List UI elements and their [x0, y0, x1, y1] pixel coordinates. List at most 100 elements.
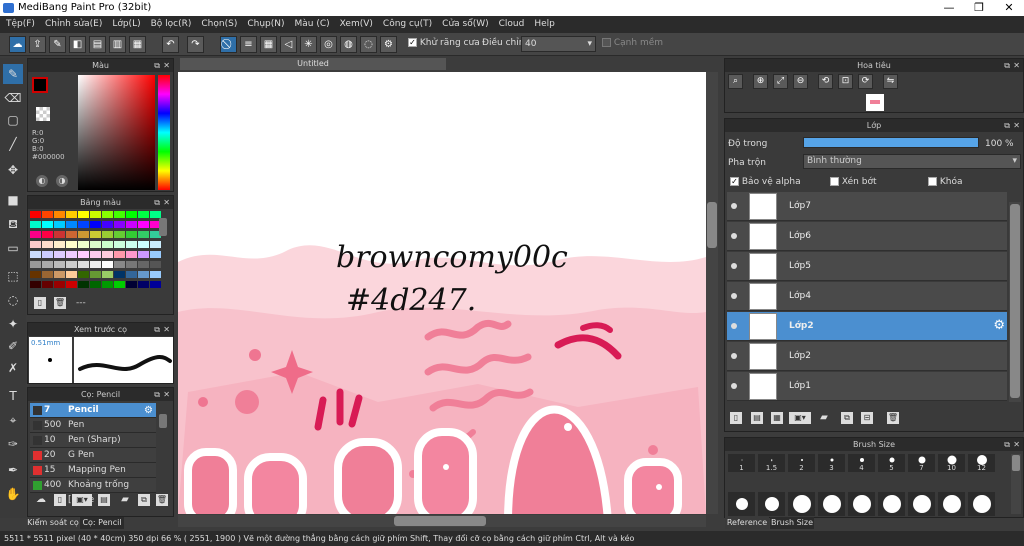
palette-swatch[interactable] [54, 251, 65, 258]
snap-parallel-icon[interactable]: ≡ [240, 36, 257, 53]
menu-tools[interactable]: Công cụ(T) [377, 16, 436, 33]
brush-copy-icon[interactable]: ⧉ [138, 494, 150, 506]
palette-swatch[interactable] [150, 281, 161, 288]
protect-alpha-checkbox[interactable]: ✓ Bảo vệ alpha [730, 177, 801, 187]
palette-swatch[interactable] [102, 261, 113, 268]
horizontal-scroll-thumb[interactable] [394, 516, 486, 526]
document-tab[interactable]: Untitled [180, 58, 446, 70]
palette-swatch[interactable] [114, 241, 125, 248]
new-1bit-layer-icon[interactable]: ▦ [771, 412, 783, 424]
palette-swatch[interactable] [126, 261, 137, 268]
select-pen-tool-icon[interactable]: ✐ [3, 336, 23, 356]
clipping-checkbox[interactable]: Xén bớt [830, 177, 877, 187]
brush-size-option[interactable] [788, 492, 815, 516]
duplicate-layer-icon[interactable]: ⧉ [841, 412, 853, 424]
popout-icon[interactable]: ⧉ [154, 59, 160, 72]
brush-list-item[interactable]: 10 Pen (Sharp) [30, 433, 156, 448]
color-history-icon[interactable]: ◑ [56, 175, 68, 187]
saturation-value-picker[interactable] [78, 75, 155, 190]
menu-layer[interactable]: Lớp(L) [106, 16, 144, 33]
palette-swatch[interactable] [150, 271, 161, 278]
layer-row[interactable]: Lớp4 [727, 282, 1007, 311]
brush-size-option[interactable] [848, 492, 875, 516]
select-eraser-tool-icon[interactable]: ✗ [3, 358, 23, 378]
palette-swatch[interactable] [138, 211, 149, 218]
layer-row[interactable]: Lớp1 [727, 372, 1007, 401]
palette-swatch[interactable] [126, 281, 137, 288]
palette-swatch[interactable] [90, 231, 101, 238]
drawing-canvas[interactable]: browncomy00c #4d247. [178, 72, 706, 514]
palette-swatch[interactable] [102, 251, 113, 258]
palette-swatch[interactable] [102, 271, 113, 278]
layer-scroll-thumb[interactable] [1010, 204, 1020, 398]
hue-slider[interactable] [158, 75, 170, 190]
palette-swatch[interactable] [126, 271, 137, 278]
layer-row[interactable]: Lớp7 [727, 192, 1007, 221]
brush-size-option[interactable] [908, 492, 935, 516]
palette-swatch[interactable] [138, 241, 149, 248]
palette-swatch[interactable] [42, 211, 53, 218]
palette-swatch[interactable] [126, 231, 137, 238]
palette-swatch[interactable] [78, 221, 89, 228]
popout-icon[interactable]: ⧉ [154, 323, 160, 336]
menu-filter[interactable]: Bộ lọc(R) [145, 16, 196, 33]
brush-size-option[interactable]: 1.5 [758, 454, 785, 472]
palette-swatch[interactable] [90, 281, 101, 288]
blur-tool-icon[interactable]: ✑ [3, 434, 23, 454]
palette-swatch[interactable] [42, 271, 53, 278]
brush-settings-icon[interactable]: ▤ [98, 494, 110, 506]
palette-swatch[interactable] [30, 241, 41, 248]
palette-swatch[interactable] [30, 231, 41, 238]
eye-icon[interactable] [731, 203, 737, 209]
brush-size-option[interactable]: 4 [848, 454, 875, 472]
palette-swatch[interactable] [66, 231, 77, 238]
palette-swatch[interactable] [66, 241, 77, 248]
palette-swatch[interactable] [42, 261, 53, 268]
maximize-button[interactable]: ❐ [964, 0, 994, 16]
palette-swatch[interactable] [114, 261, 125, 268]
share-icon[interactable]: ◧ [69, 36, 86, 53]
tab-brush-size[interactable]: Brush Size [770, 517, 814, 529]
brush-size-scroll-thumb[interactable] [1012, 455, 1020, 471]
palette-swatch[interactable] [78, 211, 89, 218]
palette-swatch[interactable] [30, 281, 41, 288]
palette-swatch[interactable] [54, 231, 65, 238]
palette-swatch[interactable] [102, 241, 113, 248]
layer-row[interactable]: Lớp2 ⚙ [727, 312, 1007, 341]
palette-swatch[interactable] [150, 261, 161, 268]
add-layer-dropdown-icon[interactable]: ▣▾ [789, 412, 811, 424]
foreground-color-swatch[interactable] [32, 77, 48, 93]
eye-icon[interactable] [731, 383, 737, 389]
palette-swatch[interactable] [78, 241, 89, 248]
eraser-tool-icon[interactable]: ⌫ [3, 88, 23, 108]
brush-size-option[interactable] [758, 492, 785, 516]
brush-list-item[interactable]: 20 G Pen [30, 448, 156, 463]
popout-icon[interactable]: ⧉ [154, 196, 160, 209]
palette-swatch[interactable] [30, 261, 41, 268]
palette-swatch[interactable] [114, 211, 125, 218]
delete-layer-icon[interactable]: 🗑 [887, 412, 899, 424]
palette-swatch[interactable] [30, 211, 41, 218]
palette-swatch[interactable] [90, 261, 101, 268]
close-icon[interactable]: ✕ [1013, 119, 1020, 132]
brush-list-item[interactable]: 7 Pencil ⚙ [30, 403, 156, 418]
new-palette-icon[interactable]: ▯ [34, 297, 46, 309]
brush-list-item[interactable]: 15 Mapping Pen [30, 463, 156, 478]
horizontal-scrollbar[interactable] [178, 515, 706, 527]
eye-icon[interactable] [731, 263, 737, 269]
eye-icon[interactable] [731, 293, 737, 299]
zoom-fit-icon[interactable]: ⌕ [728, 74, 743, 89]
delete-brush-icon[interactable]: 🗑 [156, 494, 168, 506]
dot-tool-icon[interactable]: ▢ [3, 110, 23, 130]
document-icon[interactable]: ▥ [109, 36, 126, 53]
palette-swatch[interactable] [54, 241, 65, 248]
brush-tool-icon[interactable]: ✎ [3, 64, 23, 84]
palette-swatch[interactable] [138, 281, 149, 288]
tab-reference[interactable]: Reference [725, 517, 769, 529]
palette-swatch[interactable] [30, 221, 41, 228]
palette-swatch[interactable] [138, 251, 149, 258]
palette-swatch[interactable] [114, 221, 125, 228]
brush-size-option[interactable] [968, 492, 995, 516]
palette-swatch[interactable] [66, 211, 77, 218]
palette-swatch[interactable] [114, 271, 125, 278]
